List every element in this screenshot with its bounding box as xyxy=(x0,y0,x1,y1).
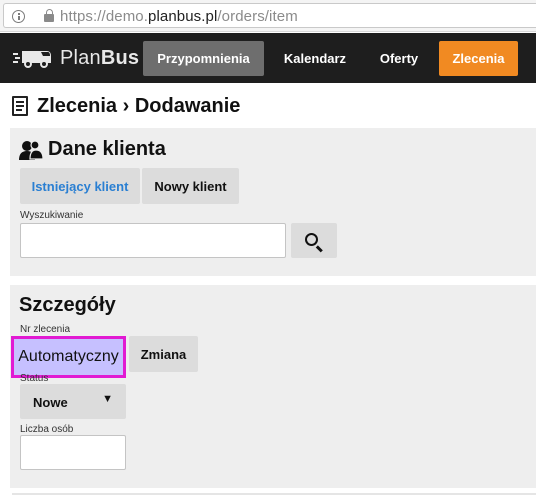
users-icon xyxy=(19,139,44,160)
details-heading: Szczegóły xyxy=(19,294,116,316)
page-title-text: Zlecenia › Dodawanie xyxy=(37,94,241,117)
status-value: Nowe xyxy=(33,395,68,410)
nav-kalendarz[interactable]: Kalendarz xyxy=(272,41,358,76)
new-client-button[interactable]: Nowy klient xyxy=(142,168,239,204)
client-heading-text: Dane klienta xyxy=(48,138,166,160)
nav-oferty[interactable]: Oferty xyxy=(366,41,432,76)
people-count-input[interactable] xyxy=(20,435,126,470)
lock-icon xyxy=(44,9,54,22)
brand-name: PlanBus xyxy=(60,47,139,70)
search-input[interactable] xyxy=(20,223,286,258)
client-heading: Dane klienta xyxy=(19,138,166,161)
nav-przypomnienia[interactable]: Przypomnienia xyxy=(143,41,264,76)
url-text: https://demo.planbus.pl/orders/item xyxy=(60,8,298,25)
search-button[interactable] xyxy=(291,223,337,258)
section-divider xyxy=(12,493,536,495)
brand-name-light: Plan xyxy=(60,46,101,69)
document-icon xyxy=(12,96,28,116)
change-button[interactable]: Zmiana xyxy=(129,336,198,372)
dropdown-caret-icon: ▼ xyxy=(102,393,113,405)
order-number-label: Nr zlecenia xyxy=(20,324,71,335)
existing-client-button[interactable]: Istniejący klient xyxy=(20,168,140,204)
search-icon xyxy=(305,233,318,246)
url-scheme: https://demo. xyxy=(60,8,149,25)
page-title: Zlecenia › Dodawanie xyxy=(12,93,240,119)
details-panel: Szczegóły Nr zlecenia Automatyczny Zmian… xyxy=(10,285,536,488)
brand-name-bold: Bus xyxy=(100,46,140,69)
url-input[interactable]: https://demo.planbus.pl/orders/item xyxy=(3,3,536,28)
bus-logo-icon xyxy=(13,47,53,69)
order-number-field[interactable]: Automatyczny xyxy=(11,336,126,378)
browser-url-bar: https://demo.planbus.pl/orders/item xyxy=(0,0,536,32)
site-info-icon[interactable] xyxy=(12,10,25,23)
status-label: Status xyxy=(20,373,49,384)
people-count-label: Liczba osób xyxy=(20,424,74,435)
nav-zlecenia[interactable]: Zlecenia xyxy=(439,41,518,76)
brand-logo[interactable]: PlanBus xyxy=(13,46,139,70)
client-panel: Dane klienta Istniejący klient Nowy klie… xyxy=(10,128,536,276)
search-label: Wyszukiwanie xyxy=(20,210,84,221)
status-select[interactable]: Nowe ▼ xyxy=(20,384,126,419)
url-path: /orders/item xyxy=(217,8,298,25)
url-domain: planbus.pl xyxy=(148,8,218,25)
top-navbar: PlanBus Przypomnienia Kalendarz Oferty Z… xyxy=(0,33,536,83)
